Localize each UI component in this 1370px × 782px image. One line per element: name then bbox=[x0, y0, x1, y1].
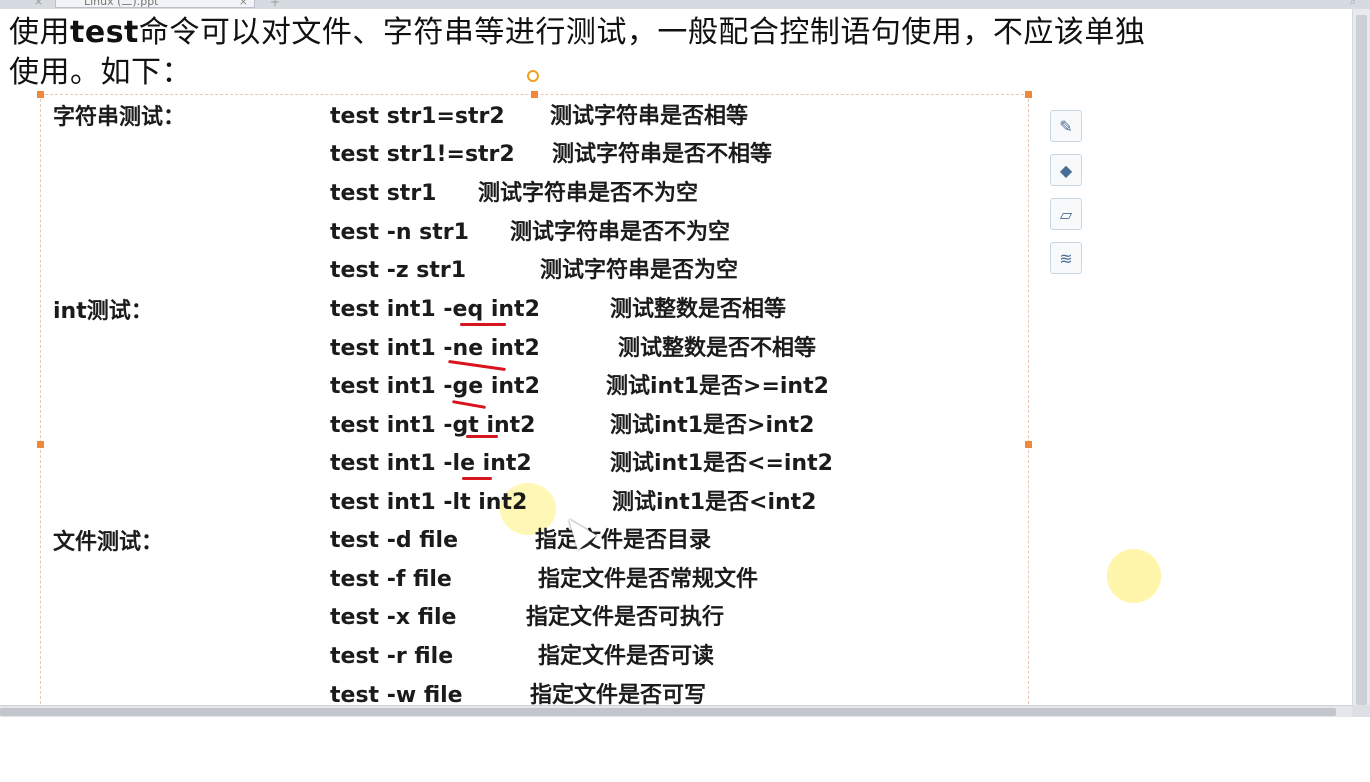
section-label-string: 字符串测试： bbox=[53, 105, 186, 130]
command-description: 指定文件是否可写 bbox=[530, 683, 707, 706]
resize-handle-tc[interactable] bbox=[531, 91, 538, 98]
resize-handle-tl[interactable] bbox=[37, 91, 44, 98]
command-text: test -x file bbox=[330, 605, 457, 630]
command-description: 测试字符串是否不为空 bbox=[510, 220, 731, 245]
command-text: test int1 -gt int2 bbox=[330, 413, 536, 438]
command-text: test -f file bbox=[330, 567, 452, 592]
command-text: test int1 -ge int2 bbox=[330, 374, 540, 399]
command-description: 测试字符串是否相等 bbox=[550, 104, 749, 129]
vertical-scroll-thumb[interactable] bbox=[1356, 15, 1367, 705]
document-tab[interactable]: Linux (二).ppt × bbox=[55, 0, 255, 8]
red-underline bbox=[466, 435, 498, 438]
command-text: test -z str1 bbox=[330, 258, 467, 283]
red-underline bbox=[460, 323, 506, 326]
tab-close-icon[interactable]: × bbox=[239, 0, 248, 9]
resize-handle-mr[interactable] bbox=[1025, 441, 1032, 448]
command-description: 测试int1是否>=int2 bbox=[606, 374, 829, 399]
resize-handle-tr[interactable] bbox=[1025, 91, 1032, 98]
command-text: test int1 -ne int2 bbox=[330, 336, 540, 361]
command-text: test -w file bbox=[330, 683, 463, 706]
blank-area bbox=[0, 717, 1370, 782]
command-description: 测试int1是否<int2 bbox=[612, 490, 817, 515]
command-text: test -d file bbox=[330, 528, 459, 553]
fill-color-icon[interactable]: ◆ bbox=[1050, 154, 1082, 186]
command-text: test str1=str2 bbox=[330, 104, 505, 129]
search-icon[interactable]: ⌕ bbox=[1350, 0, 1356, 9]
command-description: 测试字符串是否不为空 bbox=[478, 181, 699, 206]
tab-strip: × Linux (二).ppt × + ⌕ bbox=[0, 0, 1370, 9]
section-label-int: int测试： bbox=[53, 299, 153, 324]
command-text: test -n str1 bbox=[330, 220, 469, 245]
section-label-file: 文件测试： bbox=[53, 530, 164, 555]
rotate-handle[interactable] bbox=[527, 70, 539, 82]
command-description: 指定文件是否可读 bbox=[538, 644, 715, 669]
document-page: 使用test命令可以对文件、字符串等进行测试，一般配合控制语句使用，不应该单独 … bbox=[0, 9, 1352, 706]
vertical-scrollbar[interactable] bbox=[1352, 9, 1370, 705]
edit-shape-icon[interactable]: ✎ bbox=[1050, 110, 1082, 142]
command-description: 指定文件是否可执行 bbox=[526, 605, 725, 630]
red-underline bbox=[462, 477, 492, 480]
command-description: 测试int1是否>int2 bbox=[610, 413, 815, 438]
horizontal-scroll-thumb[interactable] bbox=[0, 708, 1336, 716]
close-icon[interactable]: × bbox=[34, 0, 43, 8]
heading-text-pre: 使用 bbox=[9, 15, 70, 50]
heading-text-bold: test bbox=[70, 15, 139, 50]
command-text: test str1 bbox=[330, 181, 437, 206]
scroll-corner bbox=[1352, 705, 1370, 717]
resize-handle-ml[interactable] bbox=[37, 441, 44, 448]
command-text: test str1!=str2 bbox=[330, 142, 515, 167]
outline-color-icon[interactable]: ▱ bbox=[1050, 198, 1082, 230]
command-text: test -r file bbox=[330, 644, 454, 669]
command-description: 测试字符串是否为空 bbox=[540, 258, 739, 283]
heading-text-line2: 使用。如下： bbox=[9, 55, 192, 90]
command-text: test int1 -eq int2 bbox=[330, 297, 540, 322]
command-text: test int1 -lt int2 bbox=[330, 490, 528, 515]
command-description: 测试字符串是否不相等 bbox=[552, 142, 773, 167]
new-tab-button[interactable]: + bbox=[270, 0, 280, 9]
command-description: 测试整数是否不相等 bbox=[618, 336, 817, 361]
command-description: 测试整数是否相等 bbox=[610, 297, 787, 322]
pointer-highlight bbox=[1107, 549, 1161, 603]
tab-title: Linux (二).ppt bbox=[84, 0, 159, 8]
command-description: 指定文件是否常规文件 bbox=[538, 567, 759, 592]
layers-icon[interactable]: ≋ bbox=[1050, 242, 1082, 274]
page-title: 使用test命令可以对文件、字符串等进行测试，一般配合控制语句使用，不应该单独 … bbox=[9, 13, 1309, 93]
command-description: 测试int1是否<=int2 bbox=[610, 451, 833, 476]
command-text: test int1 -le int2 bbox=[330, 451, 532, 476]
heading-text-post: 命令可以对文件、字符串等进行测试，一般配合控制语句使用，不应该单独 bbox=[138, 15, 1146, 50]
